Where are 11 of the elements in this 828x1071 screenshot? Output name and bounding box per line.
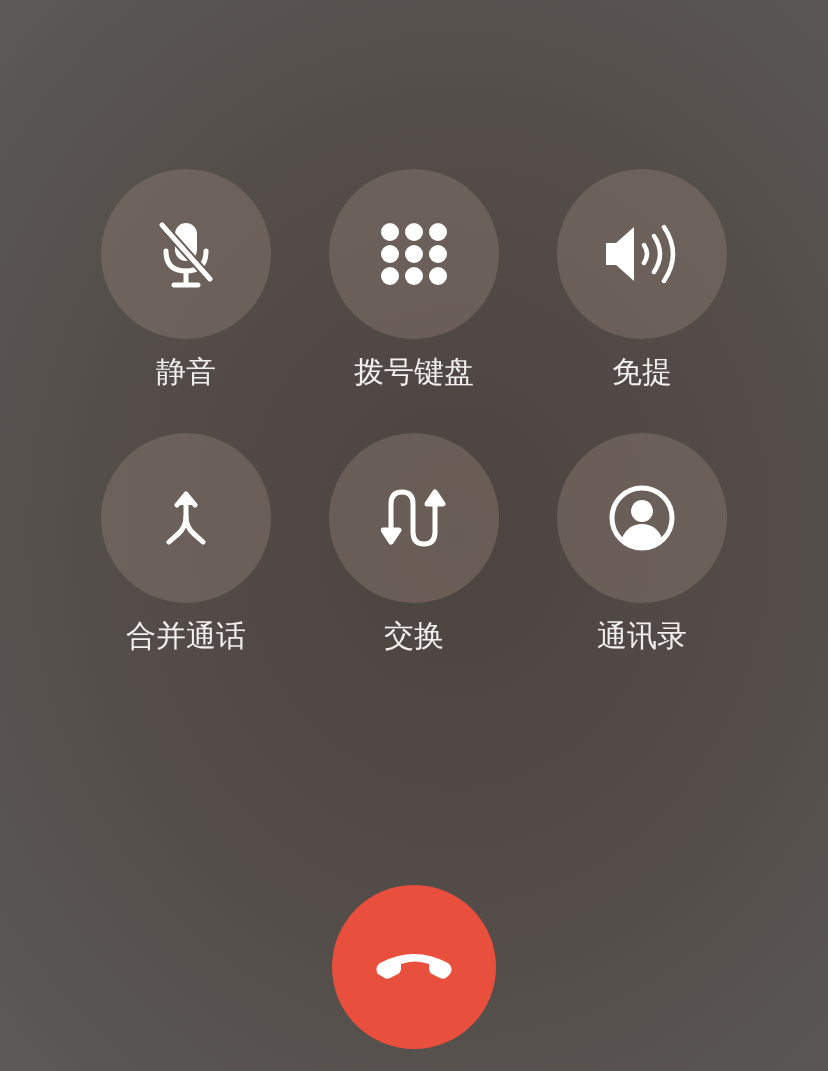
person-circle-icon (609, 485, 675, 551)
keypad-label: 拨号键盘 (354, 354, 474, 390)
phone-handset-icon (374, 952, 454, 982)
contacts-label: 通讯录 (597, 618, 687, 654)
swap-label: 交换 (384, 618, 444, 654)
speaker-label: 免提 (612, 354, 672, 390)
merge-arrow-icon (165, 491, 207, 545)
keypad-icon (380, 222, 448, 286)
merge-label: 合并通话 (126, 618, 246, 654)
swap-arrows-icon (381, 488, 447, 548)
mute-label: 静音 (156, 354, 216, 390)
